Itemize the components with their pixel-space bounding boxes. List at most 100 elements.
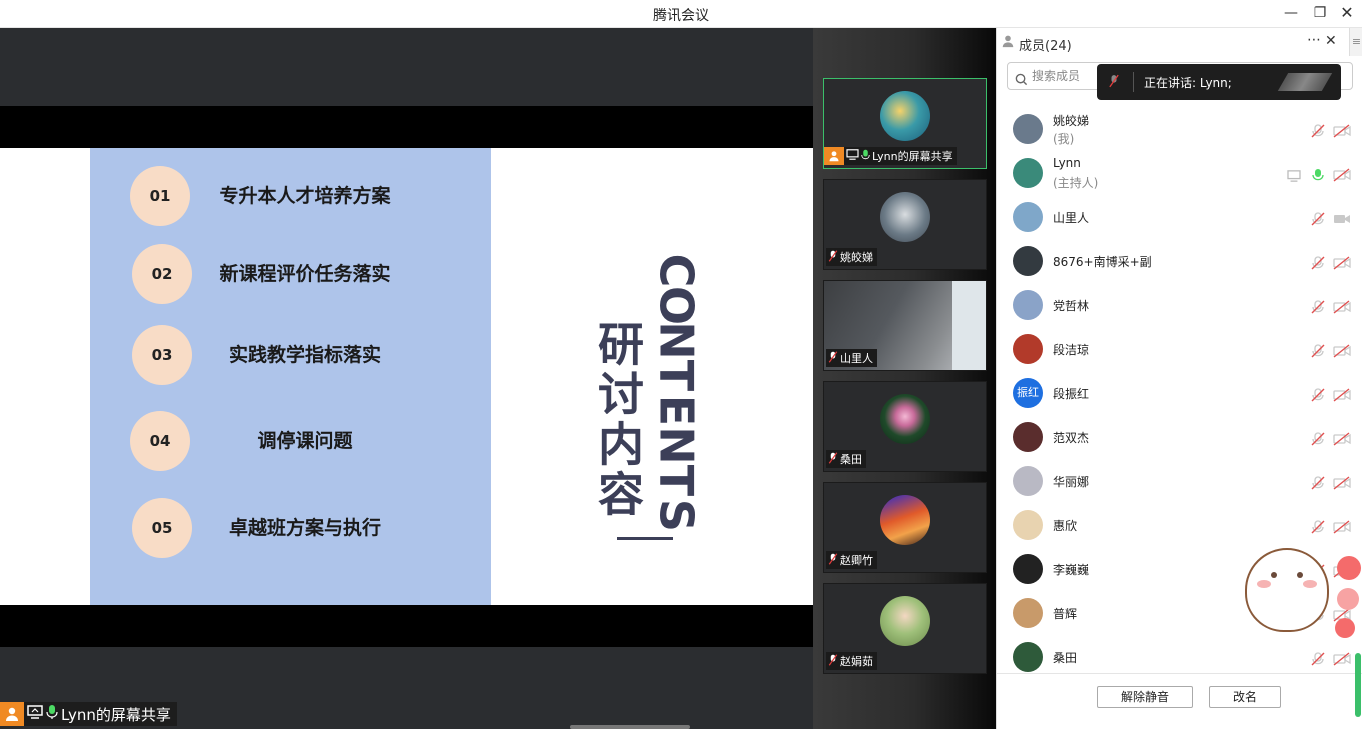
title-bar: 腾讯会议 — ❐ ✕ [0, 0, 1362, 28]
member-row[interactable]: 惠欣 [1013, 504, 1353, 548]
member-row[interactable]: Lynn (主持人) [1013, 152, 1353, 196]
minimize-button[interactable]: — [1280, 3, 1302, 23]
vertical-scrollbar[interactable] [1355, 653, 1361, 717]
member-row[interactable]: 段洁琼 [1013, 328, 1353, 372]
agenda-item: 03 实践教学指标落实 [130, 325, 470, 385]
rename-button[interactable]: 改名 [1209, 686, 1281, 708]
video-tile[interactable]: 赵娟茹 [823, 583, 987, 674]
mic-muted-icon[interactable] [1311, 211, 1325, 230]
member-row[interactable]: 振红 段振红 [1013, 372, 1353, 416]
mic-muted-icon[interactable] [1311, 651, 1325, 670]
members-icon [1001, 34, 1015, 52]
unmute-button[interactable]: 解除静音 [1097, 686, 1193, 708]
close-panel-button[interactable]: ✕ [1325, 33, 1337, 49]
heart-icon [1337, 588, 1359, 610]
camera-off-icon[interactable] [1333, 475, 1351, 494]
camera-off-icon[interactable] [1333, 167, 1351, 186]
close-button[interactable]: ✕ [1336, 3, 1358, 23]
avatar [1013, 466, 1043, 496]
tile-name-tag: 赵娟茹 [826, 652, 877, 670]
mic-muted-icon[interactable] [1311, 519, 1325, 538]
video-tile[interactable]: 山里人 [823, 280, 987, 371]
agenda-number: 04 [130, 411, 190, 471]
mic-muted-icon [1109, 74, 1119, 91]
avatar [880, 91, 930, 141]
letterbox-bottom [0, 605, 813, 647]
camera-off-icon[interactable] [1333, 387, 1351, 406]
video-tile[interactable]: Lynn的屏幕共享 [823, 78, 987, 169]
restore-button[interactable]: ❐ [1309, 3, 1331, 23]
more-icon[interactable]: ⋯ [1307, 32, 1321, 48]
camera-off-icon[interactable] [1333, 299, 1351, 318]
agenda-panel: 01 专升本人才培养方案 02 新课程评价任务落实 03 实践教学指标落实 04… [90, 148, 491, 605]
tile-name: 桑田 [840, 453, 862, 466]
search-placeholder: 搜索成员 [1032, 69, 1081, 83]
camera-off-icon[interactable] [1333, 431, 1351, 450]
video-tile[interactable]: 赵卿竹 [823, 482, 987, 573]
screen-share-icon [1287, 167, 1301, 186]
user-icon [0, 702, 24, 726]
mic-muted-icon[interactable] [1311, 123, 1325, 142]
avatar [1013, 246, 1043, 276]
mic-muted-icon[interactable] [1311, 475, 1325, 494]
mic-on-icon[interactable] [1311, 167, 1325, 186]
sound-wave-icon [1277, 73, 1333, 91]
video-tile[interactable]: 桑田 [823, 381, 987, 472]
slide-title-en: C O N T E N T S [649, 253, 704, 533]
camera-off-icon[interactable] [1333, 519, 1351, 538]
member-name: 桑田 [1053, 651, 1078, 665]
mic-on-icon [861, 149, 870, 164]
camera-off-icon[interactable] [1333, 123, 1351, 142]
member-role: (主持人) [1053, 176, 1099, 190]
agenda-number: 03 [132, 325, 192, 385]
title-letter: T [649, 464, 704, 497]
mic-muted-icon[interactable] [1311, 343, 1325, 362]
member-name: 山里人 [1053, 211, 1090, 225]
camera-off-icon[interactable] [1333, 651, 1351, 670]
member-row[interactable]: 华丽娜 [1013, 460, 1353, 504]
member-row[interactable]: 8676+南博采+副 [1013, 240, 1353, 284]
member-name: 8676+南博采+副 [1053, 255, 1152, 269]
avatar [1013, 642, 1043, 672]
divider [1133, 72, 1134, 92]
presentation-slide: 01 专升本人才培养方案 02 新课程评价任务落实 03 实践教学指标落实 04… [0, 148, 813, 605]
agenda-number: 02 [132, 244, 192, 304]
member-name: 普辉 [1053, 607, 1078, 621]
member-row[interactable]: 范双杰 [1013, 416, 1353, 460]
member-row[interactable]: 山里人 [1013, 196, 1353, 240]
member-name: 段振红 [1053, 387, 1090, 401]
agenda-item: 01 专升本人才培养方案 [130, 166, 470, 226]
member-name: 李巍巍 [1053, 563, 1090, 577]
camera-off-icon[interactable] [1333, 255, 1351, 274]
member-name: 惠欣 [1053, 519, 1078, 533]
member-row[interactable]: 党哲林 [1013, 284, 1353, 328]
avatar [1013, 114, 1043, 144]
tile-name-tag: 山里人 [826, 349, 877, 367]
speaking-toast: 正在讲话: Lynn; [1097, 64, 1341, 100]
menu-icon[interactable]: ≡ [1349, 28, 1362, 56]
horizontal-scrollbar[interactable] [570, 725, 690, 729]
mic-muted-icon[interactable] [1311, 255, 1325, 274]
search-icon [1015, 69, 1028, 95]
mic-muted-icon[interactable] [1311, 299, 1325, 318]
title-letter: N [649, 321, 704, 360]
camera-off-icon[interactable] [1333, 343, 1351, 362]
title-letter: N [649, 426, 704, 465]
camera-on-icon[interactable] [1333, 211, 1351, 230]
members-panel: 成员(24) ⋯ ✕ ≡ 搜索成员 正在讲话: Lynn; 姚皎娣 (我) Lynn… [996, 28, 1362, 729]
tile-name-tag: 桑田 [826, 450, 866, 468]
agenda-text: 专升本人才培养方案 [219, 185, 391, 207]
screen-share-label: Lynn的屏幕共享 [0, 702, 177, 726]
member-name: 段洁琼 [1053, 343, 1090, 357]
agenda-text: 卓越班方案与执行 [228, 517, 381, 539]
agenda-item: 04 调停课问题 [130, 411, 470, 471]
mic-muted-icon[interactable] [1311, 387, 1325, 406]
member-row[interactable]: 姚皎娣 (我) [1013, 108, 1353, 152]
mic-muted-icon[interactable] [1311, 431, 1325, 450]
video-tile[interactable]: 姚皎娣 [823, 179, 987, 270]
title-underline [617, 537, 673, 540]
member-name: 姚皎娣 [1053, 114, 1090, 128]
agenda-text: 实践教学指标落实 [228, 344, 381, 366]
avatar [880, 192, 930, 242]
screen-share-icon [846, 149, 859, 163]
